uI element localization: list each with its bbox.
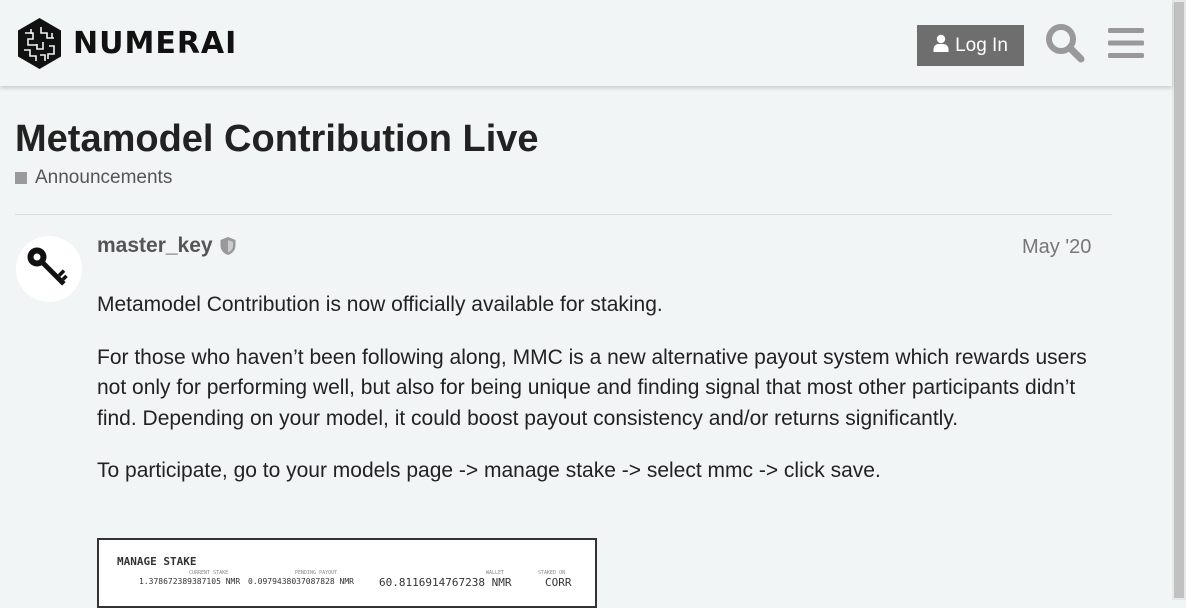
search-button[interactable] <box>1044 22 1086 64</box>
post-paragraph: Metamodel Contribution is now officially… <box>97 293 663 316</box>
pending-payout-value: 0.0979438037087828 NMR <box>248 577 354 586</box>
hamburger-menu-icon <box>1108 28 1144 58</box>
search-icon <box>1046 24 1085 63</box>
pending-payout-label: PENDING PAYOUT <box>295 570 338 576</box>
category-label: Announcements <box>35 167 173 188</box>
user-avatar[interactable] <box>16 236 82 302</box>
username-label: master_key <box>97 234 213 257</box>
current-stake-label: CURRENT STAKE <box>189 570 229 576</box>
staked-on-value: CORR <box>545 576 572 589</box>
shield-icon <box>220 237 236 255</box>
topic-divider <box>15 214 1112 215</box>
login-button[interactable]: Log In <box>917 25 1024 66</box>
menu-button[interactable] <box>1108 26 1144 60</box>
manage-stake-screenshot[interactable]: MANAGE STAKE CURRENT STAKE 1.37867238938… <box>97 538 597 608</box>
current-stake-value: 1.378672389387105 NMR <box>139 577 241 586</box>
category-color-square <box>15 172 27 184</box>
brand-name: NUMERAI <box>73 26 238 61</box>
post-date[interactable]: May '20 <box>1022 236 1091 259</box>
post-paragraph: To participate, go to your models page -… <box>97 459 881 482</box>
category-badge[interactable]: Announcements <box>15 167 172 189</box>
scrollbar-thumb[interactable] <box>1174 2 1184 598</box>
post-author[interactable]: master_key <box>97 234 237 258</box>
numerai-cube-icon <box>18 18 61 69</box>
topic-title[interactable]: Metamodel Contribution Live <box>15 118 539 161</box>
numerai-logo[interactable]: NUMERAI <box>16 17 237 70</box>
key-avatar-image <box>16 236 82 302</box>
post-paragraph: For those who haven’t been following alo… <box>97 345 1087 430</box>
login-label: Log In <box>955 34 1008 56</box>
site-header: NUMERAI Log In <box>0 0 1172 86</box>
wallet-value: 60.8116914767238 NMR <box>379 576 512 589</box>
manage-stake-heading: MANAGE STAKE <box>117 555 197 568</box>
user-icon <box>933 34 949 58</box>
post-body: Metamodel Contribution is now officially… <box>97 290 1087 509</box>
